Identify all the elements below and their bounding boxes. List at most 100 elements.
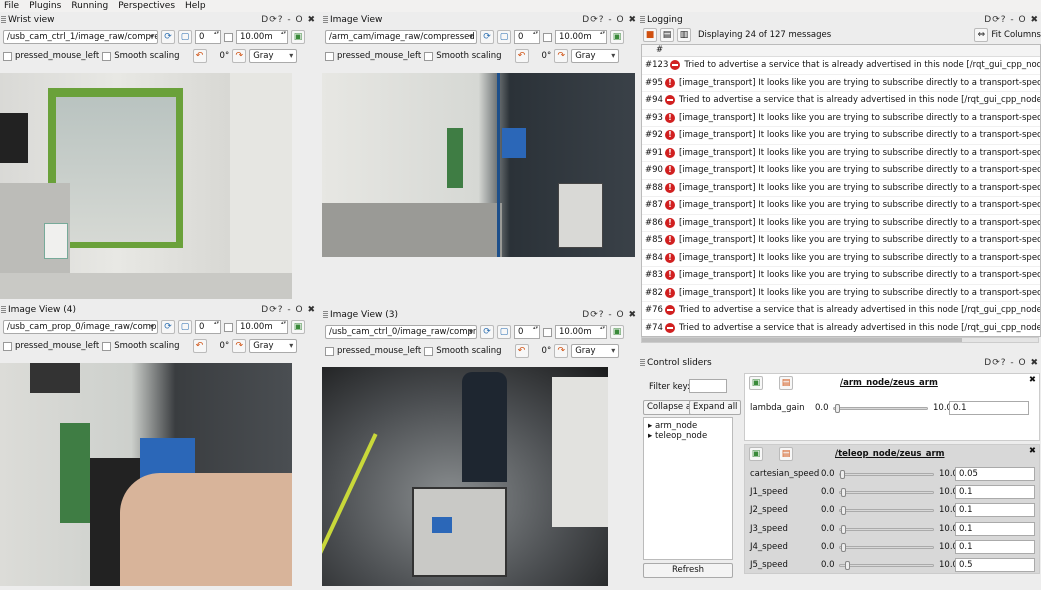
tree-item-teleop-node[interactable]: ▸ teleop_node [648, 431, 728, 441]
topic-select[interactable]: /usb_cam_prop_0/image_raw/compr [3, 320, 158, 334]
log-row[interactable]: #94 Tried to advertise a service that is … [642, 92, 1040, 110]
menu-running[interactable]: Running [71, 0, 108, 12]
param-slider[interactable] [833, 404, 928, 413]
mouse-checkbox[interactable] [3, 341, 12, 351]
save-image-icon[interactable]: ▣ [291, 320, 305, 334]
log-row[interactable]: #84 [image_transport] It looks like you a… [642, 250, 1040, 267]
log-row[interactable]: #91 [image_transport] It looks like you a… [642, 145, 1040, 162]
pane-title-bar[interactable]: Wrist view D⟳? - O ✖ [0, 13, 318, 27]
refresh-icon[interactable]: ⟳ [480, 30, 494, 44]
color-select[interactable]: Gray [571, 49, 620, 63]
slider-handle[interactable] [834, 404, 840, 413]
window-controls[interactable]: D⟳? - O ✖ [984, 356, 1039, 370]
num-spinbox[interactable]: 0 [195, 320, 221, 334]
rotate-right-icon[interactable]: ↷ [232, 49, 247, 63]
save-log-icon[interactable]: ▤ [660, 28, 674, 42]
smooth-scaling-checkbox[interactable] [102, 341, 112, 351]
mouse-checkbox[interactable] [325, 51, 334, 61]
zoom-fit-icon[interactable]: ▢ [178, 320, 192, 334]
save-image-icon[interactable]: ▣ [291, 30, 305, 44]
clear-log-icon[interactable]: ▥ [677, 28, 691, 42]
refresh-button[interactable]: Refresh [643, 563, 733, 578]
param-slider[interactable] [839, 542, 934, 552]
color-select[interactable]: Gray [571, 344, 620, 358]
save-image-icon[interactable]: ▣ [610, 325, 624, 339]
expand-all-button[interactable]: Expand all [689, 400, 742, 415]
mouse-checkbox[interactable] [3, 51, 12, 61]
load-params-icon[interactable]: ▤ [779, 376, 793, 390]
window-controls[interactable]: D⟳? - O ✖ [984, 13, 1039, 27]
pane-title-bar[interactable]: Image View D⟳? - O ✖ [322, 13, 639, 27]
zoom-fit-icon[interactable]: ▢ [178, 30, 192, 44]
save-params-icon[interactable]: ▣ [749, 447, 763, 461]
log-row[interactable]: #86 [image_transport] It looks like you a… [642, 215, 1040, 232]
close-group-icon[interactable]: ✖ [1029, 375, 1036, 385]
rotate-right-icon[interactable]: ↷ [554, 49, 569, 63]
zoom-spinbox[interactable]: 10.00m [236, 320, 288, 334]
window-controls[interactable]: D⟳? - O ✖ [261, 303, 316, 317]
zoom-fit-icon[interactable]: ▢ [497, 30, 511, 44]
smooth-checkbox[interactable] [224, 32, 233, 42]
log-row[interactable]: #87 [image_transport] It looks like you a… [642, 197, 1040, 215]
pause-icon[interactable]: ■ [643, 28, 657, 42]
rotate-left-icon[interactable]: ↶ [192, 339, 207, 353]
drag-grip-icon[interactable] [1, 306, 6, 313]
log-row[interactable]: #85 [image_transport] It looks like you a… [642, 232, 1040, 250]
menu-plugins[interactable]: Plugins [29, 0, 61, 12]
zoom-spinbox[interactable]: 10.00m [236, 30, 288, 44]
save-params-icon[interactable]: ▣ [749, 376, 763, 390]
slider-handle[interactable] [840, 470, 846, 479]
log-row[interactable]: #95 [image_transport] It looks like you a… [642, 75, 1040, 92]
close-group-icon[interactable]: ✖ [1029, 446, 1036, 456]
smooth-checkbox[interactable] [543, 327, 552, 337]
log-row[interactable]: #93 [image_transport] It looks like you a… [642, 110, 1040, 127]
pane-title-bar[interactable]: Logging D⟳? - O ✖ [639, 13, 1041, 27]
drag-grip-icon[interactable] [1, 16, 6, 23]
mouse-checkbox[interactable] [325, 346, 334, 356]
pane-title-bar[interactable]: Control sliders D⟳? - O ✖ [639, 356, 1041, 370]
smooth-scaling-checkbox[interactable] [424, 51, 434, 61]
pane-title-bar[interactable]: Image View (4) D⟳? - O ✖ [0, 303, 318, 317]
window-controls[interactable]: D⟳? - O ✖ [582, 308, 637, 322]
param-slider[interactable] [839, 488, 934, 498]
window-controls[interactable]: D⟳? - O ✖ [261, 13, 316, 27]
slider-handle[interactable] [840, 542, 846, 552]
zoom-spinbox[interactable]: 10.00m [555, 325, 607, 339]
smooth-scaling-checkbox[interactable] [424, 346, 434, 356]
menu-perspectives[interactable]: Perspectives [118, 0, 175, 12]
drag-grip-icon[interactable] [640, 359, 645, 366]
color-select[interactable]: Gray [249, 49, 298, 63]
rotate-left-icon[interactable]: ↶ [514, 49, 529, 63]
param-value-input[interactable]: 0.5 [955, 558, 1035, 572]
rotate-right-icon[interactable]: ↷ [554, 344, 569, 358]
slider-handle[interactable] [840, 524, 846, 534]
param-value-input[interactable]: 0.1 [955, 485, 1035, 500]
log-row[interactable]: #83 [image_transport] It looks like you a… [642, 267, 1040, 285]
log-row[interactable]: #90 [image_transport] It looks like you a… [642, 162, 1040, 180]
slider-handle[interactable] [840, 488, 846, 498]
rotate-left-icon[interactable]: ↶ [514, 344, 529, 358]
log-row[interactable]: #74 Tried to advertise a service that is … [642, 320, 1040, 337]
pane-title-bar[interactable]: Image View (3) D⟳? - O ✖ [322, 308, 639, 322]
log-row[interactable]: #92 [image_transport] It looks like you a… [642, 127, 1040, 145]
param-value-input[interactable]: 0.1 [949, 401, 1029, 415]
smooth-checkbox[interactable] [224, 322, 233, 332]
log-row[interactable]: #76 Tried to advertise a service that is … [642, 302, 1040, 320]
topic-select[interactable]: /usb_cam_ctrl_1/image_raw/compre [3, 30, 158, 44]
smooth-checkbox[interactable] [543, 32, 552, 42]
param-value-input[interactable]: 0.1 [955, 503, 1035, 518]
log-row[interactable]: #82 [image_transport] It looks like you a… [642, 285, 1040, 302]
num-spinbox[interactable]: 0 [514, 30, 540, 44]
fit-columns-button[interactable]: Fit Columns [991, 30, 1041, 40]
param-slider[interactable] [839, 524, 934, 534]
num-spinbox[interactable]: 0 [514, 325, 540, 339]
param-slider[interactable] [839, 470, 934, 479]
zoom-spinbox[interactable]: 10.00m [555, 30, 607, 44]
param-value-input[interactable]: 0.1 [955, 521, 1035, 536]
log-table[interactable]: # #123 Tried to advertise a service that … [641, 44, 1041, 337]
refresh-icon[interactable]: ⟳ [161, 30, 175, 44]
refresh-icon[interactable]: ⟳ [161, 320, 175, 334]
rotate-right-icon[interactable]: ↷ [232, 339, 247, 353]
save-image-icon[interactable]: ▣ [610, 30, 624, 44]
smooth-scaling-checkbox[interactable] [102, 51, 112, 61]
